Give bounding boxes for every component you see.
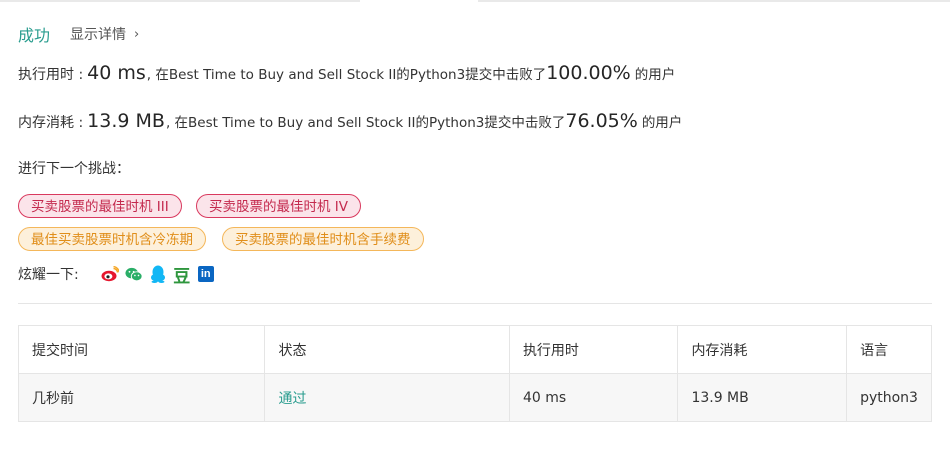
challenge-tag-cooldown[interactable]: 最佳买卖股票时机含冷冻期 [18, 227, 206, 251]
next-challenge-label: 进行下一个挑战： [18, 161, 130, 177]
memory-percent: 76.05% [565, 110, 638, 132]
memory-value: 13.9 MB [87, 110, 165, 132]
cell-memory: 13.9 MB [677, 373, 848, 422]
status-passed-link[interactable]: 通过 [278, 391, 306, 407]
cell-language: python3 [846, 373, 932, 422]
table-header-row: 提交时间 状态 执行用时 内存消耗 语言 [17, 325, 932, 374]
header-runtime: 执行用时 [508, 325, 679, 374]
share-bar: 炫耀一下: 豆 in [18, 264, 221, 287]
cell-runtime: 40 ms [508, 373, 679, 422]
memory-stat: 内存消耗 : 13.9 MB , 在Best Time to Buy and S… [18, 110, 682, 132]
douban-icon[interactable]: 豆 [173, 265, 191, 287]
share-label: 炫耀一下: [18, 267, 79, 283]
submissions-table: 提交时间 状态 执行用时 内存消耗 语言 几秒前 通过 40 ms 13.9 M… [17, 325, 932, 422]
memory-description: , 在Best Time to Buy and Sell Stock II的Py… [165, 115, 566, 131]
challenge-tag-fee[interactable]: 买卖股票的最佳时机含手续费 [222, 227, 424, 251]
wechat-icon[interactable] [125, 265, 143, 283]
header-language: 语言 [846, 325, 932, 374]
memory-tail: 的用户 [641, 115, 683, 131]
runtime-stat: 执行用时 : 40 ms , 在Best Time to Buy and Sel… [18, 62, 675, 84]
runtime-description: , 在Best Time to Buy and Sell Stock II的Py… [146, 67, 547, 83]
show-details-link[interactable]: 显示详情 › [70, 24, 139, 44]
qq-icon[interactable] [149, 265, 167, 283]
runtime-percent: 100.00% [546, 62, 631, 84]
weibo-icon[interactable] [101, 265, 119, 283]
memory-label: 内存消耗 : [18, 115, 84, 131]
runtime-tail: 的用户 [634, 67, 676, 83]
top-border [0, 0, 950, 2]
linkedin-glyph: in [200, 268, 211, 280]
result-status: 成功 [18, 26, 51, 45]
result-header: 成功 显示详情 › [18, 22, 139, 46]
table-row: 几秒前 通过 40 ms 13.9 MB python3 [17, 373, 932, 422]
section-divider [18, 303, 932, 304]
linkedin-icon[interactable]: in [197, 265, 215, 283]
cell-submit-time: 几秒前 [17, 373, 266, 422]
challenge-tag-stock-iv[interactable]: 买卖股票的最佳时机 IV [196, 194, 362, 218]
douban-glyph: 豆 [173, 266, 191, 287]
cell-status: 通过 [264, 373, 510, 422]
chevron-right-icon: › [134, 26, 140, 42]
header-status: 状态 [264, 325, 510, 374]
header-memory: 内存消耗 [677, 325, 848, 374]
runtime-value: 40 ms [87, 62, 146, 84]
header-submit-time: 提交时间 [17, 325, 266, 374]
show-details-label: 显示详情 [70, 27, 127, 43]
challenge-tag-stock-iii[interactable]: 买卖股票的最佳时机 III [18, 194, 182, 218]
runtime-label: 执行用时 : [18, 67, 84, 83]
